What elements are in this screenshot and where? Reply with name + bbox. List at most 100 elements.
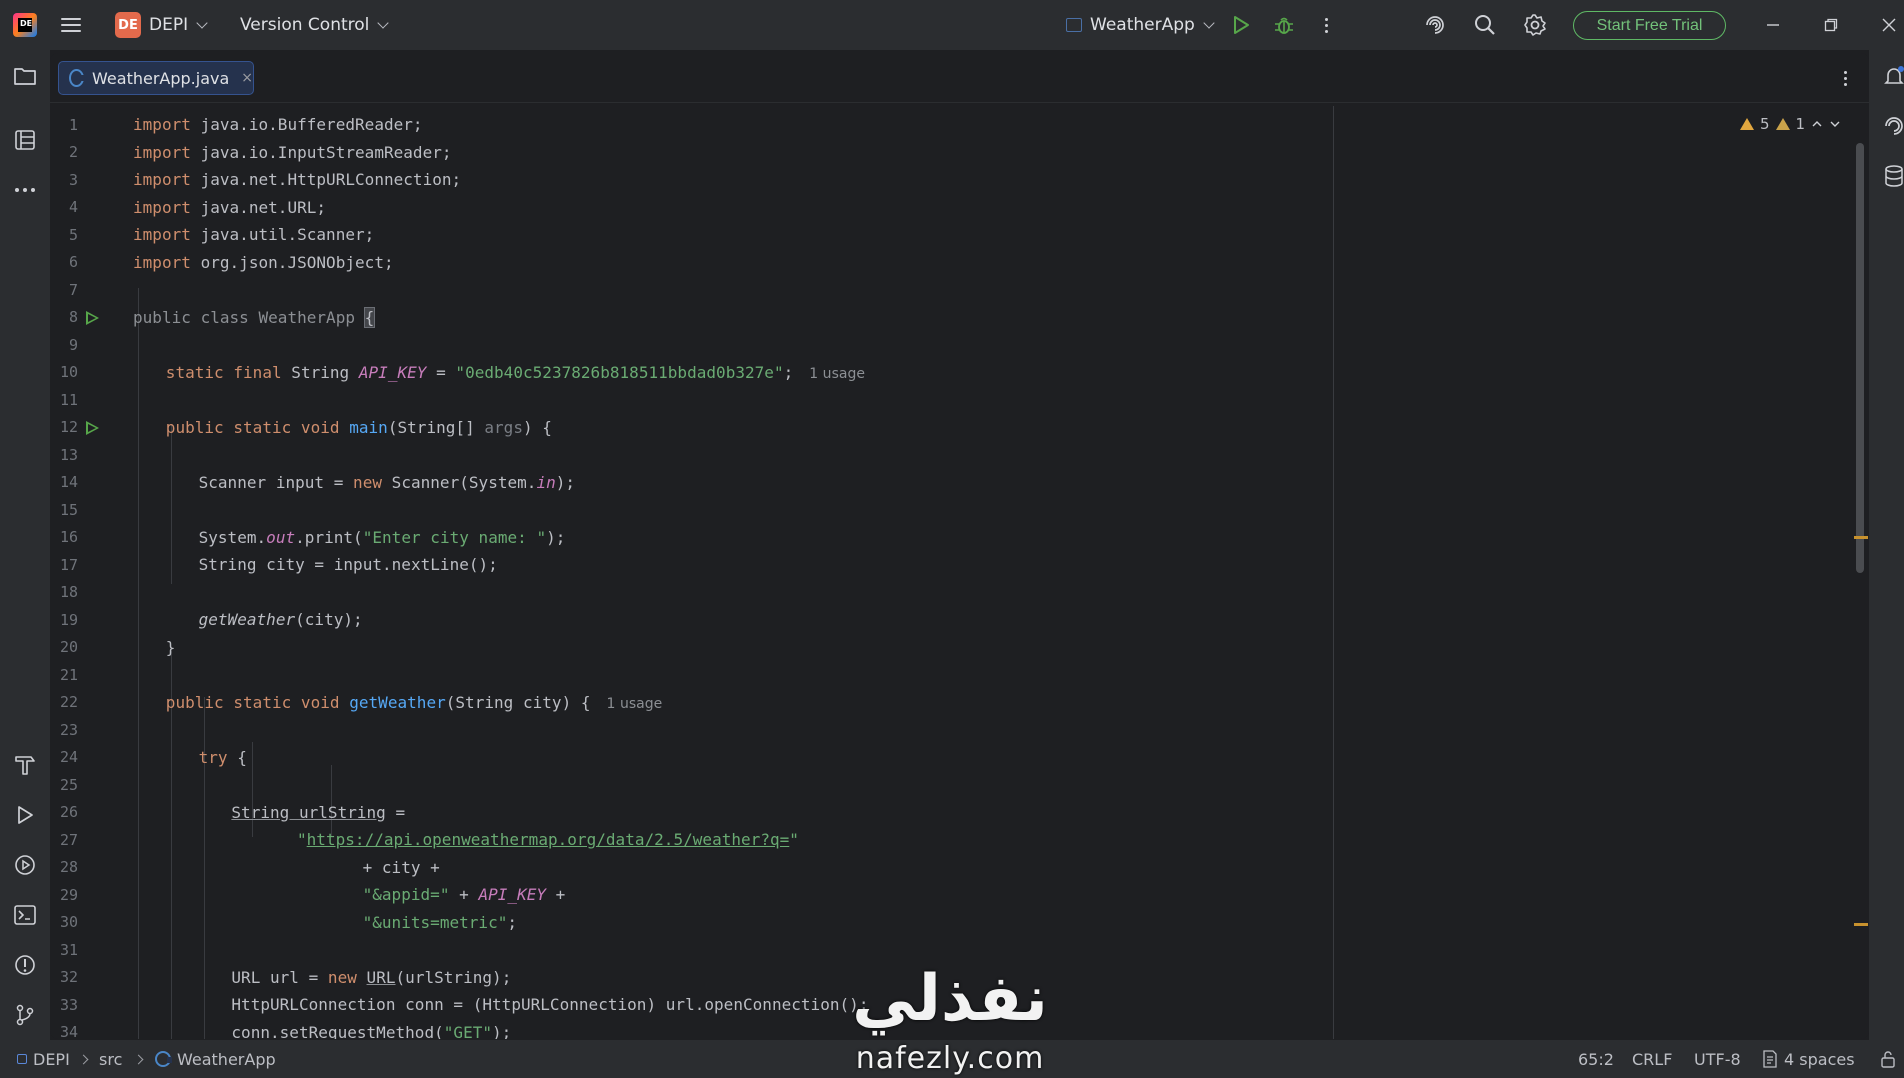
vertical-scrollbar[interactable] <box>1856 143 1864 573</box>
line-number[interactable]: 1 <box>50 116 78 134</box>
search-icon[interactable] <box>1471 11 1499 39</box>
run-config-selector[interactable]: WeatherApp <box>1066 12 1215 38</box>
line-number[interactable]: 27 <box>50 831 78 849</box>
line-number[interactable]: 14 <box>50 473 78 491</box>
start-free-trial-button[interactable]: Start Free Trial <box>1573 11 1726 40</box>
line-number[interactable]: 15 <box>50 501 78 519</box>
code-line[interactable]: 15 <box>50 496 1850 524</box>
line-number[interactable]: 26 <box>50 803 78 821</box>
notifications-bell-icon[interactable] <box>1882 62 1904 90</box>
hamburger-menu-icon[interactable] <box>61 13 85 37</box>
line-number[interactable]: 7 <box>50 281 78 299</box>
code-line[interactable]: 2 import java.io.InputStreamReader; <box>50 139 1850 167</box>
run-tool-icon[interactable] <box>11 801 39 829</box>
line-number[interactable]: 3 <box>50 171 78 189</box>
code-line[interactable]: 23 <box>50 716 1850 744</box>
debug-icon[interactable] <box>1270 11 1298 39</box>
lock-icon[interactable] <box>1880 1049 1896 1069</box>
breadcrumb-project[interactable]: DEPI <box>17 1049 70 1069</box>
line-number[interactable]: 4 <box>50 198 78 216</box>
breadcrumb-file[interactable]: WeatherApp <box>155 1049 276 1069</box>
line-number[interactable]: 25 <box>50 776 78 794</box>
tab-weatherapp-java[interactable]: WeatherApp.java × <box>58 61 254 95</box>
line-number[interactable]: 13 <box>50 446 78 464</box>
code-line[interactable]: 4 import java.net.URL; <box>50 194 1850 222</box>
code-line[interactable]: 8 public class WeatherApp { <box>50 304 1850 332</box>
line-separator[interactable]: CRLF <box>1632 1049 1672 1069</box>
code-line[interactable]: 26 String urlString = <box>50 799 1850 827</box>
code-line[interactable]: 30 "&units=metric"; <box>50 909 1850 937</box>
line-number[interactable]: 16 <box>50 528 78 546</box>
code-line[interactable]: 21 <box>50 661 1850 689</box>
indent-settings[interactable]: 4 spaces <box>1762 1049 1855 1069</box>
minimize-icon[interactable] <box>1758 10 1788 40</box>
line-number[interactable]: 11 <box>50 391 78 409</box>
line-number[interactable]: 10 <box>50 363 78 381</box>
line-number[interactable]: 22 <box>50 693 78 711</box>
code-line[interactable]: 29 "&appid=" + API_KEY + <box>50 881 1850 909</box>
gutter-run-icon[interactable] <box>86 420 99 435</box>
line-number[interactable]: 31 <box>50 941 78 959</box>
line-number[interactable]: 29 <box>50 886 78 904</box>
code-line[interactable]: 14 Scanner input = new Scanner(System.in)… <box>50 469 1850 497</box>
line-number[interactable]: 24 <box>50 748 78 766</box>
code-line[interactable]: 27 "https://api.openweathermap.org/data/2… <box>50 826 1850 854</box>
caret-position[interactable]: 65:2 <box>1578 1049 1614 1069</box>
code-line[interactable]: 3 import java.net.HttpURLConnection; <box>50 166 1850 194</box>
problems-icon[interactable] <box>11 951 39 979</box>
code-line[interactable]: 19 getWeather(city); <box>50 606 1850 634</box>
code-line[interactable]: 17 String city = input.nextLine(); <box>50 551 1850 579</box>
line-number[interactable]: 23 <box>50 721 78 739</box>
line-number[interactable]: 18 <box>50 583 78 601</box>
line-number[interactable]: 19 <box>50 611 78 629</box>
file-encoding[interactable]: UTF-8 <box>1694 1049 1741 1069</box>
line-number[interactable]: 32 <box>50 968 78 986</box>
project-selector[interactable]: DE DEPI <box>115 12 208 38</box>
code-line[interactable]: 12 public static void main(String[] args)… <box>50 414 1850 442</box>
more-horizontal-icon[interactable] <box>11 176 39 204</box>
line-number[interactable]: 20 <box>50 638 78 656</box>
line-number[interactable]: 21 <box>50 666 78 684</box>
line-number[interactable]: 9 <box>50 336 78 354</box>
code-line[interactable]: 22 public static void getWeather(String c… <box>50 689 1850 717</box>
services-icon[interactable] <box>11 851 39 879</box>
code-line[interactable]: 28 + city + <box>50 854 1850 882</box>
code-line[interactable]: 13 <box>50 441 1850 469</box>
build-hammer-icon[interactable] <box>11 751 39 779</box>
code-line[interactable]: 9 <box>50 331 1850 359</box>
version-control-menu[interactable]: Version Control <box>240 12 390 38</box>
line-number[interactable]: 5 <box>50 226 78 244</box>
line-number[interactable]: 34 <box>50 1023 78 1039</box>
run-icon[interactable] <box>1227 11 1255 39</box>
structure-icon[interactable] <box>11 126 39 154</box>
line-number[interactable]: 8 <box>50 308 78 326</box>
line-number[interactable]: 17 <box>50 556 78 574</box>
database-icon[interactable] <box>1882 162 1904 190</box>
code-line[interactable]: 24 try { <box>50 744 1850 772</box>
code-line[interactable]: 5 import java.util.Scanner; <box>50 221 1850 249</box>
code-line[interactable]: 10 static final String API_KEY = "0edb40c… <box>50 359 1850 387</box>
warning-stripe-marker[interactable] <box>1854 536 1868 539</box>
gutter-run-icon[interactable] <box>86 310 99 325</box>
git-icon[interactable] <box>11 1001 39 1029</box>
code-line[interactable]: 1 import java.io.BufferedReader; <box>50 111 1850 139</box>
settings-gear-icon[interactable] <box>1521 11 1549 39</box>
breadcrumb-folder[interactable]: src <box>99 1049 122 1069</box>
more-vertical-icon[interactable] <box>1835 67 1855 89</box>
tab-close-icon[interactable]: × <box>241 70 253 86</box>
line-number[interactable]: 33 <box>50 996 78 1014</box>
ai-assistant-icon[interactable] <box>1421 11 1449 39</box>
code-line[interactable]: 11 <box>50 386 1850 414</box>
code-line[interactable]: 18 <box>50 579 1850 607</box>
line-number[interactable]: 12 <box>50 418 78 436</box>
folder-icon[interactable] <box>11 62 39 90</box>
code-editor[interactable]: 1 import java.io.BufferedReader; 2 import j… <box>50 106 1869 1039</box>
code-line[interactable]: 16 System.out.print("Enter city name: "); <box>50 524 1850 552</box>
ai-chat-icon[interactable] <box>1882 112 1904 140</box>
code-line[interactable]: 25 <box>50 771 1850 799</box>
line-number[interactable]: 6 <box>50 253 78 271</box>
close-icon[interactable] <box>1874 10 1904 40</box>
code-line[interactable]: 31 <box>50 936 1850 964</box>
code-line[interactable]: 6 import org.json.JSONObject; <box>50 249 1850 277</box>
warning-stripe-marker[interactable] <box>1854 923 1868 926</box>
